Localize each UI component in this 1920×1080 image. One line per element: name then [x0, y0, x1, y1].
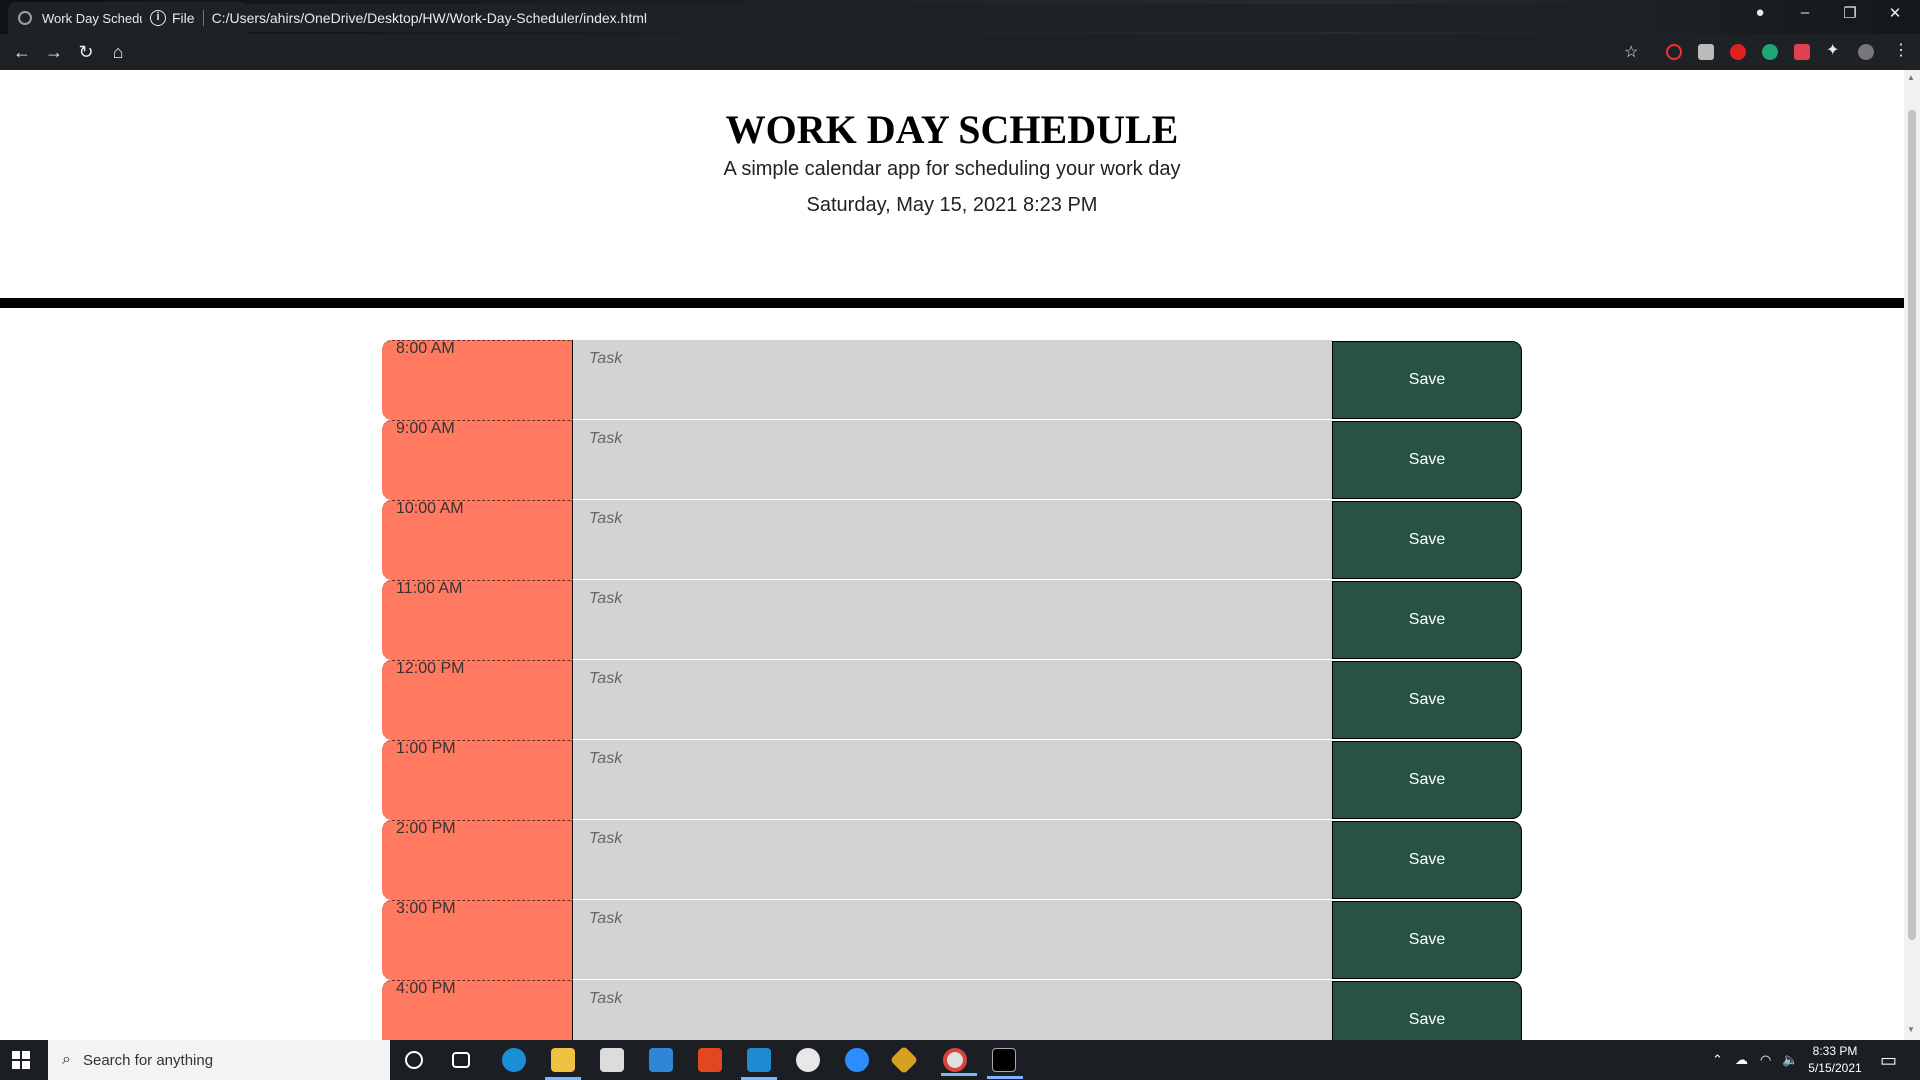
save-button[interactable]: Save — [1332, 581, 1522, 659]
info-icon[interactable]: i — [150, 10, 166, 26]
schedule-container: 8:00 AM Task Save 9:00 AM Task Save 10:00 AM Ta… — [382, 340, 1522, 1040]
zoom-icon[interactable] — [845, 1048, 869, 1072]
current-day: Saturday, May 15, 2021 8:23 PM — [806, 194, 1098, 216]
reload-icon[interactable]: ↻ — [70, 42, 102, 63]
scrollbar-thumb[interactable] — [1908, 110, 1916, 940]
extension-icon[interactable] — [1666, 44, 1682, 60]
scroll-up-icon[interactable]: ▲ — [1907, 73, 1915, 82]
page-title: WORK DAY SCHEDULE — [725, 107, 1179, 152]
hour-label: 3:00 PM — [382, 900, 572, 980]
minimize-button[interactable]: – — [1785, 4, 1825, 21]
hour-label: 10:00 AM — [382, 500, 572, 580]
task-input[interactable]: Task — [572, 820, 1332, 900]
extension-icon[interactable] — [1698, 44, 1714, 60]
edge-icon[interactable] — [502, 1048, 526, 1072]
scrollbar[interactable]: ▲ ▼ — [1904, 70, 1920, 1040]
save-button[interactable]: Save — [1332, 981, 1522, 1040]
bookmark-star-icon[interactable]: ☆ — [1624, 42, 1638, 62]
terminal-icon[interactable] — [987, 1048, 1023, 1079]
time-block-row: 4:00 PM Task Save — [382, 980, 1522, 1040]
time-block-row: 12:00 PM Task Save — [382, 660, 1522, 740]
time-block-row: 2:00 PM Task Save — [382, 820, 1522, 900]
scroll-down-icon[interactable]: ▼ — [1907, 1025, 1915, 1034]
forward-icon[interactable]: → — [38, 42, 70, 63]
time-block-row: 9:00 AM Task Save — [382, 420, 1522, 500]
taskbar-search[interactable]: ⌕ Search for anything — [48, 1040, 390, 1080]
windows-taskbar: ⌕ Search for anything ⌃ ☁ ◠ 🔈 8:33 PM 5/… — [0, 1040, 1920, 1080]
menu-icon[interactable]: ⋮ — [1893, 40, 1909, 59]
task-input[interactable]: Task — [572, 660, 1332, 740]
file-explorer-icon[interactable] — [545, 1048, 581, 1080]
search-icon: ⌕ — [62, 1051, 71, 1068]
task-input[interactable]: Task — [572, 980, 1332, 1040]
extension-icon[interactable] — [1794, 44, 1810, 60]
save-button[interactable]: Save — [1332, 421, 1522, 499]
page-lead: A simple calendar app for scheduling you… — [723, 158, 1181, 180]
taskbar-clock[interactable]: 8:33 PM 5/15/2021 — [1800, 1043, 1870, 1077]
task-input[interactable]: Task — [572, 500, 1332, 580]
chrome-icon[interactable] — [941, 1048, 977, 1076]
url-text[interactable]: C:/Users/ahirs/OneDrive/Desktop/HW/Work-… — [212, 10, 647, 26]
windows-start-icon[interactable] — [12, 1051, 30, 1069]
profile-icon[interactable]: ● — [1740, 4, 1780, 21]
vscode-icon[interactable] — [741, 1048, 777, 1080]
hour-label: 2:00 PM — [382, 820, 572, 900]
extension-icon[interactable] — [1730, 44, 1746, 60]
header-divider — [0, 298, 1904, 308]
task-input[interactable]: Task — [572, 420, 1332, 500]
time-block-row: 11:00 AM Task Save — [382, 580, 1522, 660]
page-viewport: WORK DAY SCHEDULE A simple calendar app … — [0, 70, 1904, 1040]
extension-icon[interactable] — [1762, 44, 1778, 60]
tray-chevron-icon[interactable]: ⌃ — [1712, 1040, 1723, 1080]
search-placeholder: Search for anything — [82, 1051, 214, 1069]
time-block-row: 1:00 PM Task Save — [382, 740, 1522, 820]
save-button[interactable]: Save — [1332, 341, 1522, 419]
save-button[interactable]: Save — [1332, 901, 1522, 979]
restore-button[interactable]: ❐ — [1830, 4, 1870, 22]
git-icon[interactable] — [889, 1045, 919, 1075]
hour-label: 9:00 AM — [382, 420, 572, 500]
hour-label: 12:00 PM — [382, 660, 572, 740]
clock-time: 8:33 PM — [1812, 1044, 1858, 1058]
time-block-row: 8:00 AM Task Save — [382, 340, 1522, 420]
save-button[interactable]: Save — [1332, 661, 1522, 739]
clock-date: 5/15/2021 — [1808, 1061, 1862, 1075]
slack-icon[interactable] — [796, 1048, 820, 1072]
office-icon[interactable] — [698, 1048, 722, 1072]
task-input[interactable]: Task — [572, 900, 1332, 980]
jumbotron: WORK DAY SCHEDULE A simple calendar app … — [0, 70, 1904, 298]
onedrive-icon[interactable]: ☁ — [1735, 1040, 1748, 1080]
profile-avatar[interactable] — [1858, 44, 1874, 60]
time-block-row: 3:00 PM Task Save — [382, 900, 1522, 980]
wifi-icon[interactable]: ◠ — [1760, 1040, 1771, 1080]
hour-label: 8:00 AM — [382, 340, 572, 420]
mail-icon[interactable] — [649, 1048, 673, 1072]
cortana-icon[interactable] — [405, 1051, 423, 1069]
task-input[interactable]: Task — [572, 580, 1332, 660]
back-icon[interactable]: ← — [6, 42, 38, 63]
address-bar[interactable]: i File C:/Users/ahirs/OneDrive/Desktop/H… — [142, 4, 1650, 32]
time-block-row: 10:00 AM Task Save — [382, 500, 1522, 580]
save-button[interactable]: Save — [1332, 741, 1522, 819]
url-scheme-label: File — [172, 10, 204, 26]
close-window-button[interactable]: ✕ — [1875, 4, 1915, 22]
hour-label: 11:00 AM — [382, 580, 572, 660]
task-view-icon[interactable] — [452, 1052, 470, 1068]
extensions-puzzle-icon[interactable]: ✦ — [1826, 40, 1842, 59]
home-icon[interactable]: ⌂ — [102, 42, 134, 63]
task-input[interactable]: Task — [572, 340, 1332, 420]
hour-label: 1:00 PM — [382, 740, 572, 820]
notification-icon[interactable]: ▭ — [1880, 1040, 1897, 1080]
task-input[interactable]: Task — [572, 740, 1332, 820]
save-button[interactable]: Save — [1332, 821, 1522, 899]
page-favicon-icon — [18, 11, 32, 25]
volume-icon[interactable]: 🔈 — [1782, 1040, 1798, 1080]
store-icon[interactable] — [600, 1048, 624, 1072]
save-button[interactable]: Save — [1332, 501, 1522, 579]
hour-label: 4:00 PM — [382, 980, 572, 1040]
